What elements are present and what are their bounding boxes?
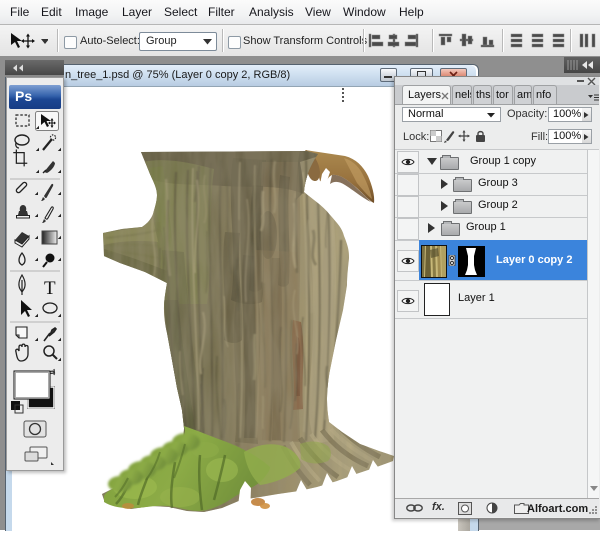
svg-text:T: T [44,278,56,299]
